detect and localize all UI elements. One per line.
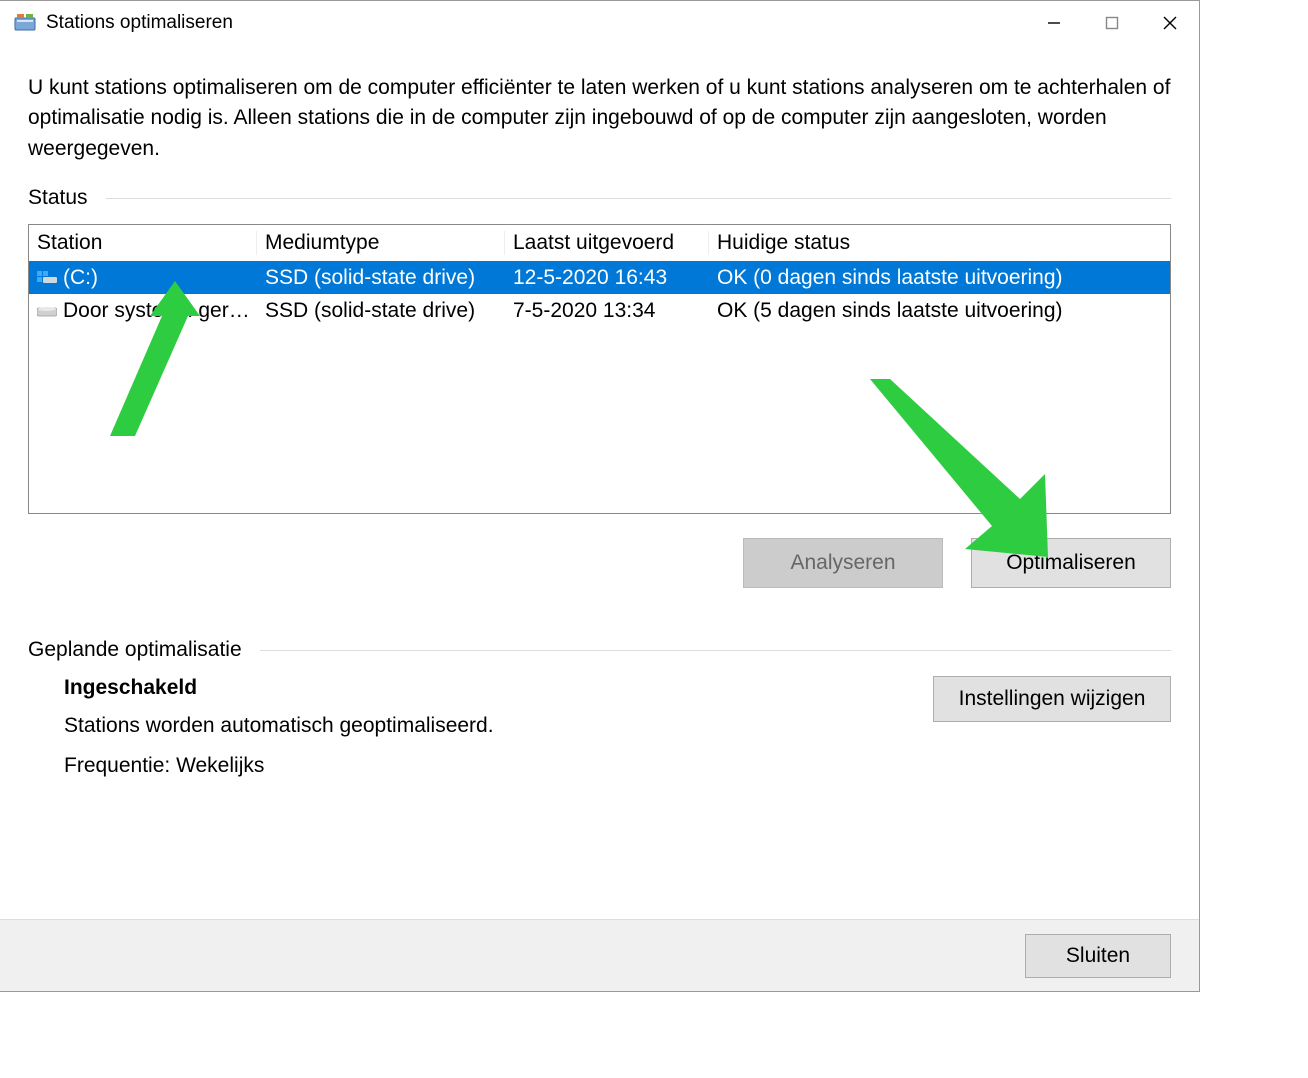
close-window-button[interactable] — [1141, 1, 1199, 45]
col-lastrun[interactable]: Laatst uitgevoerd — [505, 231, 709, 255]
footer: Sluiten — [0, 919, 1199, 991]
minimize-button[interactable] — [1025, 1, 1083, 45]
drive-icon — [37, 304, 57, 318]
scheduled-label: Geplande optimalisatie — [28, 638, 242, 662]
divider — [106, 198, 1171, 199]
optimize-button[interactable]: Optimaliseren — [971, 538, 1171, 588]
scheduled-desc: Stations worden automatisch geoptimalise… — [64, 714, 913, 738]
divider — [260, 650, 1171, 651]
drive-lastrun: 7-5-2020 13:34 — [505, 299, 709, 323]
col-currentstatus[interactable]: Huidige status — [709, 231, 1170, 255]
drive-lastrun: 12-5-2020 16:43 — [505, 266, 709, 290]
app-icon — [14, 12, 36, 34]
scheduled-section-header: Geplande optimalisatie — [28, 638, 1171, 662]
col-station[interactable]: Station — [29, 231, 257, 255]
drive-medium: SSD (solid-state drive) — [257, 299, 505, 323]
windows-drive-icon — [37, 271, 57, 285]
drive-status: OK (0 dagen sinds laatste uitvoering) — [709, 266, 1170, 290]
drive-name: Door systeem ger… — [63, 299, 250, 323]
window-controls — [1025, 1, 1199, 45]
table-row[interactable]: (C:) SSD (solid-state drive) 12-5-2020 1… — [29, 261, 1170, 294]
intro-text: U kunt stations optimaliseren om de comp… — [28, 73, 1171, 164]
status-section-header: Status — [28, 186, 1171, 210]
change-settings-button[interactable]: Instellingen wijzigen — [933, 676, 1171, 722]
drive-name: (C:) — [63, 266, 98, 290]
drive-status: OK (5 dagen sinds laatste uitvoering) — [709, 299, 1170, 323]
status-label: Status — [28, 186, 88, 210]
analyze-button[interactable]: Analyseren — [743, 538, 943, 588]
close-button[interactable]: Sluiten — [1025, 934, 1171, 978]
scheduled-state: Ingeschakeld — [64, 676, 913, 700]
drive-medium: SSD (solid-state drive) — [257, 266, 505, 290]
window-title: Stations optimaliseren — [46, 12, 1025, 34]
maximize-button[interactable] — [1083, 1, 1141, 45]
scheduled-row: Ingeschakeld Stations worden automatisch… — [28, 676, 1171, 794]
titlebar: Stations optimaliseren — [0, 1, 1199, 45]
action-buttons: Analyseren Optimaliseren — [28, 538, 1171, 588]
scheduled-frequency: Frequentie: Wekelijks — [64, 754, 913, 778]
table-row[interactable]: Door systeem ger… SSD (solid-state drive… — [29, 294, 1170, 327]
col-mediumtype[interactable]: Mediumtype — [257, 231, 505, 255]
table-header: Station Mediumtype Laatst uitgevoerd Hui… — [29, 225, 1170, 261]
drives-table: Station Mediumtype Laatst uitgevoerd Hui… — [28, 224, 1171, 514]
